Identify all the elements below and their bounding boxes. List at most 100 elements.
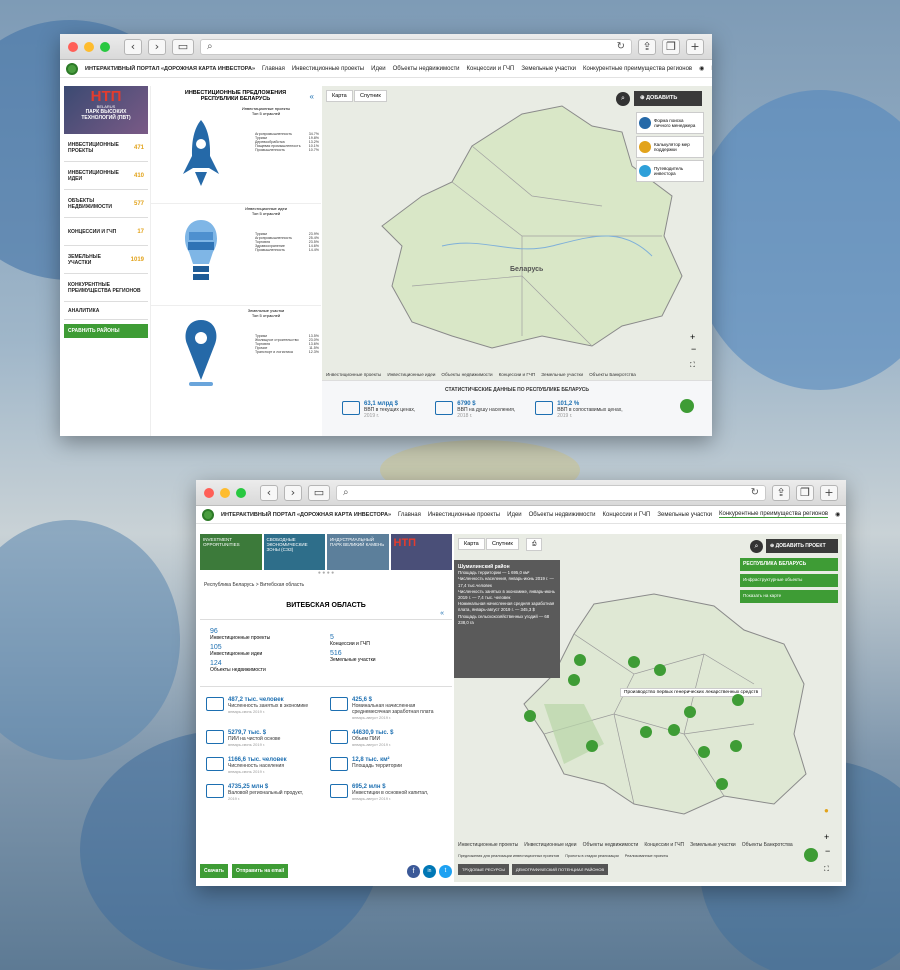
legend-projects[interactable]: Инвестиционные проекты [458, 842, 518, 848]
carousel-dots[interactable]: ● ● ● ● [200, 570, 452, 580]
eye-icon[interactable]: ◉ [699, 65, 704, 72]
back-icon[interactable]: ‹ [124, 38, 142, 55]
sidebar-item-analytics[interactable]: АНАЛИТИКА [64, 302, 148, 320]
ntp-banner[interactable]: НТП BELARUS ПАРК ВЫСОКИХ ТЕХНОЛОГИЙ (ПВТ… [64, 86, 148, 134]
chat-icon[interactable] [680, 399, 694, 413]
count-ideas[interactable]: 105 Инвестиционные идеи [210, 644, 262, 657]
eye-icon[interactable]: ◉ [835, 511, 840, 518]
minimize-dot[interactable] [220, 487, 230, 498]
sidebar-item-ideas[interactable]: ИНВЕСТИЦИОННЫЕ ИДЕИ 410 [64, 162, 148, 190]
nav-ideas[interactable]: Идеи [371, 66, 386, 72]
nav-projects[interactable]: Инвестиционные проекты [292, 66, 364, 72]
legend-bankrupt[interactable]: Объекты Банкротства [742, 842, 793, 848]
portal-logo[interactable] [202, 508, 214, 521]
nav-concessions[interactable]: Концессии и ГЧП [467, 66, 515, 72]
card-calculator[interactable]: Калькулятор мер поддержки [636, 136, 704, 158]
nav-land[interactable]: Земельные участки [657, 512, 712, 518]
forward-icon[interactable]: › [284, 484, 302, 501]
add-button[interactable]: ⊕ ДОБАВИТЬ [634, 91, 702, 106]
facebook-icon[interactable]: f [407, 864, 420, 878]
nav-concessions[interactable]: Концессии и ГЧП [603, 512, 651, 518]
legend-bankrupt[interactable]: Объекты Банкротства [589, 372, 636, 377]
share-icon[interactable]: ⇪ [772, 484, 790, 501]
new-tab-icon[interactable]: + [686, 38, 704, 55]
zoom-in-icon[interactable]: + [824, 832, 829, 842]
sidebar-icon[interactable]: ▭ [172, 38, 194, 55]
count-realty[interactable]: 124 Объекты недвижимости [210, 660, 266, 673]
back-icon[interactable]: ‹ [260, 484, 278, 501]
banner-ntp[interactable]: НТП [390, 534, 452, 570]
legend-ideas[interactable]: Инвестиционные идеи [524, 842, 576, 848]
legend-projects[interactable]: Инвестиционные проекты [326, 372, 381, 377]
sidebar-item-advantages[interactable]: КОНКУРЕНТНЫЕ ПРЕИМУЩЕСТВА РЕГИОНОВ [64, 274, 148, 302]
forward-icon[interactable]: › [148, 38, 166, 55]
banner-investment[interactable]: INVESTMENT OPPORTUNITIES [200, 534, 262, 570]
pegman-icon[interactable]: ● [824, 806, 829, 815]
nav-projects[interactable]: Инвестиционные проекты [428, 512, 500, 518]
legend-land[interactable]: Земельные участки [541, 372, 583, 377]
zoom-out-icon[interactable]: − [825, 846, 830, 856]
count-land[interactable]: 516 Земельные участки [330, 650, 376, 663]
address-bar[interactable]: ⌕ ↻ [200, 38, 632, 55]
tabs-icon[interactable]: ❐ [796, 484, 814, 501]
address-bar[interactable]: ⌕ ↻ [336, 484, 766, 501]
minimize-dot[interactable] [84, 41, 94, 52]
nav-advantages[interactable]: Конкурентные преимущества регионов [719, 511, 829, 518]
nav-ideas[interactable]: Идеи [507, 512, 522, 518]
zoom-dot[interactable] [236, 487, 246, 498]
legend-realty[interactable]: Объекты недвижимости [583, 842, 639, 848]
tab-demographic-potential[interactable]: ДЕМОГРАФИЧЕСКИЙ ПОТЕНЦИАЛ РАЙОНОВ [511, 864, 609, 875]
compare-districts-button[interactable]: СРАВНИТЬ РАЙОНЫ [64, 324, 148, 338]
nav-land[interactable]: Земельные участки [521, 66, 576, 72]
map-belarus[interactable]: Карта Спутник ⌕ ⊕ ДОБАВИТЬ Форма поиска … [322, 86, 712, 380]
reload-icon[interactable]: ↻ [751, 487, 759, 498]
linkedin-icon[interactable]: in [423, 864, 436, 878]
legend-concessions[interactable]: Концессии и ГЧП [644, 842, 684, 848]
count-concessions[interactable]: 5 Концессии и ГЧП [330, 634, 370, 647]
tabs-icon[interactable]: ❐ [662, 38, 680, 55]
sidebar-item-concessions[interactable]: КОНЦЕССИИ И ГЧП 17 [64, 218, 148, 246]
chat-icon[interactable] [804, 848, 818, 862]
collapse-icon[interactable]: « [440, 610, 444, 617]
sidebar-item-projects[interactable]: ИНВЕСТИЦИОННЫЕ ПРОЕКТЫ 471 [64, 134, 148, 162]
banner-strip[interactable]: INVESTMENT OPPORTUNITIES СВОБОДНЫЕ ЭКОНО… [200, 534, 452, 570]
portal-logo[interactable] [66, 62, 78, 75]
legend-concessions[interactable]: Концессии и ГЧП [499, 372, 536, 377]
lang-ru[interactable]: RU [711, 66, 712, 72]
banner-sez[interactable]: СВОБОДНЫЕ ЭКОНОМИЧЕСКИЕ ЗОНЫ (СЭЗ) [263, 534, 325, 570]
count-projects[interactable]: 96 Инвестиционные проекты [210, 628, 270, 641]
fullscreen-icon[interactable]: ⛶ [690, 362, 695, 370]
legend-ideas[interactable]: Инвестиционные идеи [387, 372, 435, 377]
tab-labor-resources[interactable]: ТРУДОВЫЕ РЕСУРСЫ [458, 864, 509, 875]
zoom-out-icon[interactable]: − [691, 344, 696, 354]
card-guide[interactable]: Путеводитель инвестора [636, 160, 704, 182]
collapse-icon[interactable]: « [310, 92, 314, 101]
zoom-dot[interactable] [100, 41, 110, 52]
card-manager[interactable]: Форма поиска личного менеджера [636, 112, 704, 134]
twitter-icon[interactable]: t [439, 864, 452, 878]
close-dot[interactable] [68, 41, 78, 52]
nav-home[interactable]: Главная [398, 512, 421, 518]
sidebar-item-realty[interactable]: ОБЪЕКТЫ НЕДВИЖИМОСТИ 577 [64, 190, 148, 218]
share-icon[interactable]: ⇪ [638, 38, 656, 55]
map-vitebsk[interactable]: Карта Спутник ⎙ ⌕ ⊕ ДОБАВИТЬ ПРОЕКТ РЕСП… [454, 534, 842, 882]
close-dot[interactable] [204, 487, 214, 498]
tab-satellite[interactable]: Спутник [354, 90, 387, 102]
download-button[interactable]: Скачать [200, 864, 228, 878]
tab-map[interactable]: Карта [326, 90, 353, 102]
sidebar-icon[interactable]: ▭ [308, 484, 330, 501]
breadcrumb[interactable]: Республика Беларусь > Витебская область [200, 580, 452, 590]
reload-icon[interactable]: ↻ [617, 41, 625, 52]
sidebar-item-land[interactable]: ЗЕМЕЛЬНЫЕ УЧАСТКИ 1019 [64, 246, 148, 274]
banner-great-stone[interactable]: ИНДУСТРИАЛЬНЫЙ ПАРК ВЕЛИКИЙ КАМЕНЬ [327, 534, 389, 570]
legend-realty[interactable]: Объекты недвижимости [441, 372, 492, 377]
fullscreen-icon[interactable]: ⛶ [824, 866, 829, 874]
email-button[interactable]: Отправить на email [231, 864, 289, 878]
nav-realty[interactable]: Объекты недвижимости [529, 512, 596, 518]
nav-home[interactable]: Главная [262, 66, 285, 72]
nav-realty[interactable]: Объекты недвижимости [393, 66, 460, 72]
new-tab-icon[interactable]: + [820, 484, 838, 501]
nav-advantages[interactable]: Конкурентные преимущества регионов [583, 66, 692, 72]
zoom-in-icon[interactable]: + [690, 332, 695, 342]
legend-land[interactable]: Земельные участки [690, 842, 736, 848]
